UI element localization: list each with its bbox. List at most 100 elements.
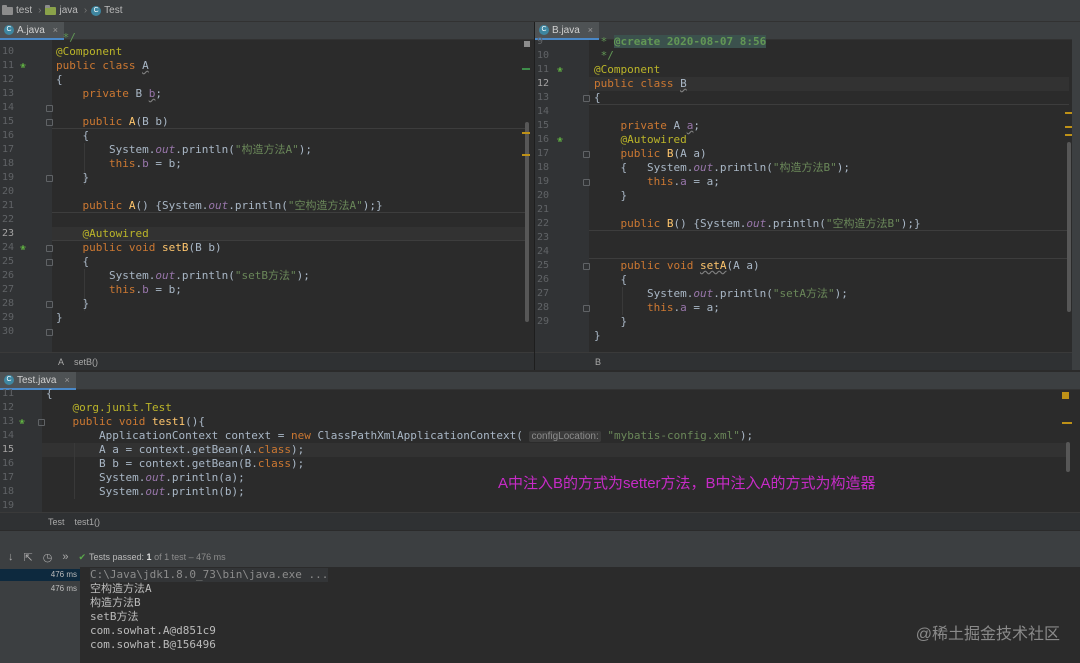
bean-icon[interactable]: ❀: [18, 243, 28, 253]
line-number: 28: [2, 298, 15, 309]
breadcrumb-java[interactable]: java: [45, 4, 78, 16]
line-number: 22: [2, 214, 15, 225]
fold-icon[interactable]: [46, 105, 53, 112]
console-line: setB方法: [90, 610, 139, 623]
line-number: 25: [2, 256, 15, 267]
sort-icon[interactable]: ↓: [8, 551, 14, 563]
code-line: }: [594, 315, 628, 328]
side-strip: [1072, 22, 1080, 370]
code-line: public class A: [56, 59, 149, 72]
editor-b-breadcrumbs: B: [535, 352, 1080, 370]
watermark: @稀土掘金技术社区: [915, 626, 1060, 643]
test-tree-row[interactable]: 476 ms: [0, 569, 80, 581]
warning-indicator[interactable]: [1062, 392, 1069, 399]
line-number: 17: [2, 472, 15, 483]
line-number: 12: [2, 402, 15, 413]
code-line: {: [56, 129, 90, 142]
crumb-method[interactable]: setB(): [74, 357, 98, 367]
overlay-annotation: A中注入B的方式为setter方法，B中注入A的方式为构造器: [498, 475, 876, 492]
code-line: ApplicationContext context = new ClassPa…: [46, 429, 754, 442]
crumb-class[interactable]: A: [58, 357, 64, 367]
line-number: 23: [537, 232, 550, 243]
code-line: }: [56, 297, 90, 310]
close-tab-icon[interactable]: ×: [64, 375, 69, 385]
crumb-method[interactable]: test1(): [75, 517, 101, 527]
line-number: 16: [2, 458, 15, 469]
line-number: 27: [537, 288, 550, 299]
fold-icon[interactable]: [583, 151, 590, 158]
breadcrumb-separator: ›: [38, 5, 42, 16]
class-icon: C: [4, 25, 14, 35]
code-line: public A() {System.out.println("空构造方法A")…: [82, 199, 383, 212]
line-number: 16: [2, 130, 15, 141]
line-number: 14: [2, 430, 15, 441]
history-icon[interactable]: ◷: [43, 551, 53, 564]
tab-a-java[interactable]: C A.java ×: [0, 22, 65, 40]
fold-icon[interactable]: [583, 179, 590, 186]
line-number: 26: [2, 270, 15, 281]
console-output[interactable]: C:\Java\jdk1.8.0_73\bin\java.exe ... 空构造…: [80, 567, 1080, 663]
run-toolbar: ↓ ⇱ ◷ » ✔ Tests passed: 1 of 1 test – 47…: [0, 547, 1080, 567]
fold-icon[interactable]: [583, 305, 590, 312]
code-line: System.out.println(b);: [46, 485, 245, 498]
inspection-indicator[interactable]: [524, 41, 530, 47]
line-number: 10: [537, 50, 550, 61]
fold-icon[interactable]: [583, 95, 590, 102]
warning-marker: [522, 132, 530, 134]
code-line: this.b = b;: [108, 283, 182, 296]
breadcrumb-separator: ›: [83, 5, 88, 16]
editor-a-code[interactable]: */ @Component public class A { private B…: [52, 31, 528, 352]
editor-a-breadcrumbs: A setB(): [0, 352, 534, 370]
fold-icon[interactable]: [46, 245, 53, 252]
code-line: B b = context.getBean(B.class);: [46, 457, 305, 470]
line-number: 15: [537, 120, 550, 131]
folder-icon: [45, 4, 57, 15]
code-line: System.out.println("setA方法");: [594, 287, 848, 300]
scrollbar[interactable]: [1066, 442, 1070, 472]
fold-icon[interactable]: [583, 263, 590, 270]
line-number: 20: [537, 190, 550, 201]
change-marker: [522, 68, 530, 70]
more-icon[interactable]: »: [62, 551, 68, 563]
test-tree-row[interactable]: 476 ms: [0, 583, 80, 595]
line-number: 29: [2, 312, 15, 323]
bean-icon[interactable]: ❀: [18, 61, 28, 71]
warning-marker: [1062, 422, 1072, 424]
crumb-class[interactable]: B: [595, 357, 601, 367]
fold-icon[interactable]: [38, 419, 45, 426]
breadcrumb-test-class[interactable]: C Test: [91, 5, 123, 16]
code-line: private A a;: [620, 119, 700, 132]
fold-icon[interactable]: [46, 175, 53, 182]
line-number: 14: [537, 106, 550, 117]
check-icon: ✔: [78, 551, 86, 562]
warning-marker: [522, 154, 530, 156]
line-number: 18: [2, 486, 15, 497]
fold-icon[interactable]: [46, 329, 53, 336]
crumb-class[interactable]: Test: [48, 517, 65, 527]
line-number: 19: [2, 500, 15, 511]
fold-icon[interactable]: [46, 301, 53, 308]
code-line: this.a = a;: [646, 175, 720, 188]
bean-icon[interactable]: ❀: [555, 65, 565, 75]
fold-icon[interactable]: [46, 119, 53, 126]
fold-icon[interactable]: [46, 259, 53, 266]
code-line: {: [594, 91, 601, 104]
console-line: 构造方法B: [90, 596, 141, 609]
folder-icon: [2, 4, 13, 15]
line-number: 17: [537, 148, 550, 159]
code-line: public B(A a): [620, 147, 707, 160]
line-number: 13: [537, 92, 550, 103]
line-number: 10: [2, 46, 15, 57]
console-line: 空构造方法A: [90, 582, 152, 595]
export-icon[interactable]: ⇱: [24, 551, 33, 564]
editor-test-code[interactable]: { @org.junit.Test public void test1(){ A…: [42, 387, 1066, 512]
bean-icon[interactable]: ❀: [555, 135, 565, 145]
scrollbar[interactable]: [525, 122, 529, 322]
close-tab-icon[interactable]: ×: [588, 25, 593, 35]
scrollbar[interactable]: [1067, 142, 1071, 312]
editor-b: C B.java × 9 10 11 12 13 14 15 16 17 18 …: [534, 22, 1080, 370]
run-test-icon[interactable]: ❀: [17, 417, 27, 427]
breadcrumb-test[interactable]: test: [2, 4, 32, 16]
code-line: * @create 2020-08-07 8:56: [594, 35, 767, 48]
editor-b-code[interactable]: * @create 2020-08-07 8:56 */ @Component …: [589, 35, 1069, 352]
